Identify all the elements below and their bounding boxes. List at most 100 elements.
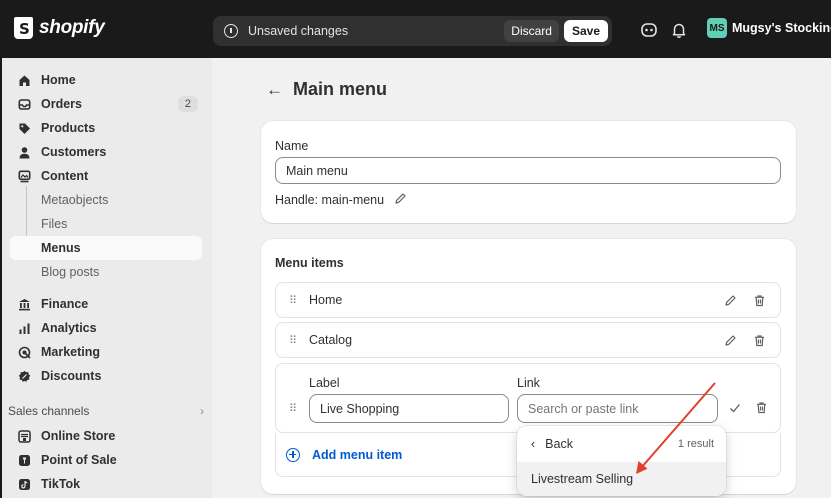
top-bar: shopify Unsaved changes Discard Save MS … xyxy=(2,2,831,58)
handle-text: Handle: main-menu xyxy=(275,193,385,207)
sidebar: Home Orders 2 Products Customers Content… xyxy=(2,58,212,498)
discard-button[interactable]: Discard xyxy=(504,20,559,42)
sidebar-item-analytics[interactable]: Analytics xyxy=(10,316,202,340)
name-label: Name xyxy=(275,139,309,153)
menu-item-link-input[interactable] xyxy=(517,394,718,423)
result-count: 1 result xyxy=(677,438,714,450)
sidebar-item-label: Finance xyxy=(41,297,89,311)
chevron-right-icon: › xyxy=(200,404,204,418)
menu-item-label-input[interactable] xyxy=(309,394,509,423)
sidebar-item-label: Content xyxy=(41,169,89,183)
sidebar-item-blog-posts[interactable]: Blog posts xyxy=(10,260,202,284)
sidebar-item-label: TikTok xyxy=(41,477,81,491)
sidebar-item-label: Discounts xyxy=(41,369,102,383)
bar-chart-icon xyxy=(17,321,31,335)
sidebar-item-label: Marketing xyxy=(41,345,101,359)
handle-row: Handle: main-menu xyxy=(275,192,407,208)
page-header: ← Main menu xyxy=(266,79,387,100)
pos-icon xyxy=(17,453,31,467)
sidebar-item-label: Files xyxy=(41,217,68,231)
sidebar-item-label: Point of Sale xyxy=(41,453,117,467)
orders-count-badge: 2 xyxy=(177,96,198,112)
sidebar-item-label: Metaobjects xyxy=(41,193,109,207)
trash-icon[interactable] xyxy=(751,292,767,308)
sidekick-icon[interactable] xyxy=(640,21,658,39)
home-icon xyxy=(17,73,31,87)
logo-text: shopify xyxy=(39,17,105,38)
sidebar-item-label: Orders xyxy=(41,97,82,111)
sidebar-item-customers[interactable]: Customers xyxy=(10,140,202,164)
bell-icon[interactable] xyxy=(670,21,688,39)
menu-item-label: Home xyxy=(309,293,343,307)
back-arrow-icon[interactable]: ← xyxy=(266,80,283,100)
link-heading: Link xyxy=(517,376,540,390)
sidebar-item-label: Online Store xyxy=(41,429,116,443)
info-icon xyxy=(224,24,238,38)
link-search-dropdown: ‹ Back 1 result Livestream Selling xyxy=(517,426,726,496)
sidebar-item-label: Blog posts xyxy=(41,265,100,279)
unsaved-changes-text: Unsaved changes xyxy=(248,24,349,38)
add-menu-item-label: Add menu item xyxy=(312,447,403,462)
sidebar-item-tiktok[interactable]: TikTok xyxy=(10,472,202,496)
app-window: shopify Unsaved changes Discard Save MS … xyxy=(0,0,831,498)
store-name: Mugsy's Stockings xyxy=(732,21,831,35)
sidebar-item-point-of-sale[interactable]: Point of Sale xyxy=(10,448,202,472)
menu-item-row[interactable]: ⠿ Catalog xyxy=(275,322,781,358)
target-icon xyxy=(17,345,31,359)
sales-channels-label: Sales channels xyxy=(8,404,90,418)
sidebar-item-products[interactable]: Products xyxy=(10,116,202,140)
menu-item-edit-row: Label Link ⠿ xyxy=(275,363,781,433)
sidebar-item-orders[interactable]: Orders 2 xyxy=(10,92,202,116)
back-label: Back xyxy=(545,437,573,451)
menu-items-title: Menu items xyxy=(275,256,344,270)
menu-item-row[interactable]: ⠿ Home xyxy=(275,282,781,318)
drag-handle-icon[interactable]: ⠿ xyxy=(289,402,297,415)
sidebar-item-label: Menus xyxy=(41,241,81,255)
store-icon xyxy=(17,429,31,443)
sidebar-item-metaobjects[interactable]: Metaobjects xyxy=(10,188,202,212)
dropdown-option[interactable]: Livestream Selling xyxy=(517,462,726,496)
trash-icon[interactable] xyxy=(755,401,768,417)
shopify-bag-icon xyxy=(14,17,33,39)
sales-channels-header[interactable]: Sales channels › xyxy=(8,404,204,418)
dropdown-back-button[interactable]: ‹ Back xyxy=(531,437,573,451)
sidebar-item-online-store[interactable]: Online Store xyxy=(10,424,202,448)
discount-icon xyxy=(17,369,31,383)
person-icon xyxy=(17,145,31,159)
chevron-left-icon: ‹ xyxy=(531,437,536,451)
sidebar-item-files[interactable]: Files xyxy=(10,212,202,236)
tiktok-icon xyxy=(17,477,31,491)
orders-icon xyxy=(17,97,31,111)
shopify-logo[interactable]: shopify xyxy=(14,17,105,39)
tag-icon xyxy=(17,121,31,135)
store-switcher[interactable]: MS Mugsy's Stockings xyxy=(707,18,831,38)
store-avatar: MS xyxy=(707,18,727,38)
sidebar-item-discounts[interactable]: Discounts xyxy=(10,364,202,388)
pencil-icon[interactable] xyxy=(722,292,738,308)
save-button[interactable]: Save xyxy=(563,20,608,42)
menu-item-label: Catalog xyxy=(309,333,353,347)
bank-icon xyxy=(17,297,31,311)
sidebar-item-content[interactable]: Content xyxy=(10,164,202,188)
pencil-icon[interactable] xyxy=(394,192,407,208)
sidebar-item-marketing[interactable]: Marketing xyxy=(10,340,202,364)
drag-handle-icon[interactable]: ⠿ xyxy=(289,334,297,347)
sidebar-item-label: Home xyxy=(41,73,76,87)
sidebar-item-home[interactable]: Home xyxy=(10,68,202,92)
content-icon xyxy=(17,169,31,183)
checkmark-icon[interactable] xyxy=(728,401,742,418)
plus-circle-icon xyxy=(286,447,300,462)
menu-name-input[interactable] xyxy=(275,157,781,184)
sidebar-item-label: Analytics xyxy=(41,321,97,335)
page-title: Main menu xyxy=(293,79,388,99)
sidebar-item-menus[interactable]: Menus xyxy=(10,236,202,260)
sidebar-item-finance[interactable]: Finance xyxy=(10,292,202,316)
trash-icon[interactable] xyxy=(751,332,767,348)
sidebar-item-label: Products xyxy=(41,121,96,135)
label-heading: Label xyxy=(309,376,340,390)
unsaved-changes-bar: Unsaved changes Discard Save xyxy=(213,16,612,46)
sidebar-item-label: Customers xyxy=(41,145,107,159)
menu-name-card: Name Handle: main-menu xyxy=(261,121,796,223)
drag-handle-icon[interactable]: ⠿ xyxy=(289,294,297,307)
pencil-icon[interactable] xyxy=(722,332,738,348)
